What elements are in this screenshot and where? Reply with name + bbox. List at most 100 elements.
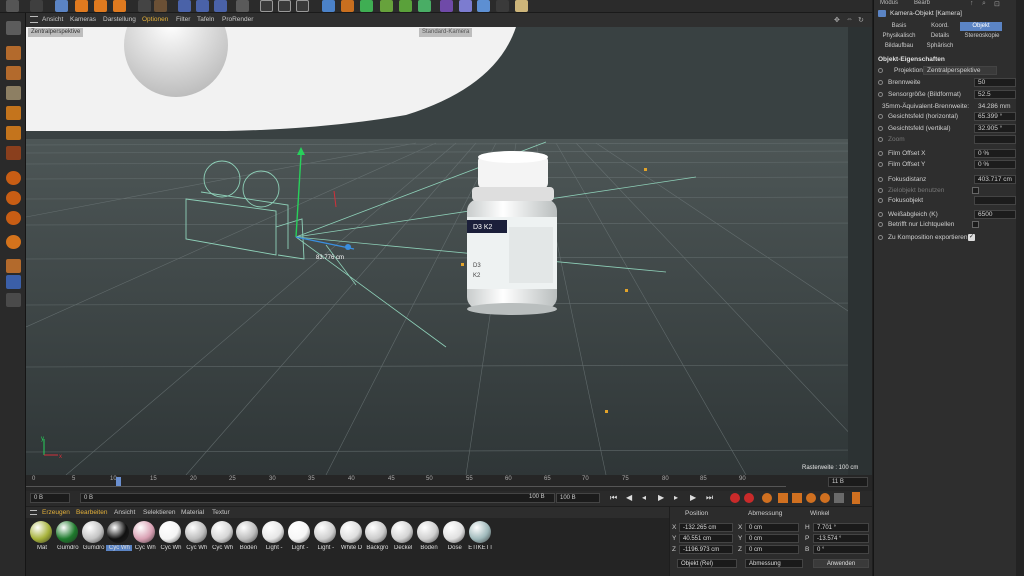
menu-darstellung[interactable]: Darstellung: [103, 16, 136, 23]
planar-workplane-icon[interactable]: [6, 275, 21, 289]
scale-tool-icon[interactable]: [94, 0, 107, 12]
go-to-start-icon[interactable]: ⏮: [610, 493, 617, 503]
material-swatch[interactable]: Boden: [416, 521, 440, 551]
tab-koord[interactable]: Koord.: [920, 22, 960, 31]
property-checkbox[interactable]: [972, 221, 979, 228]
property-field[interactable]: 403.717 cm: [974, 175, 1016, 184]
material-swatch[interactable]: Gumdro: [55, 521, 79, 551]
pen-spline-icon[interactable]: [341, 0, 354, 12]
animate-dot-icon[interactable]: [878, 137, 883, 142]
property-field[interactable]: [974, 135, 1016, 144]
z-axis-lock-icon[interactable]: [214, 0, 227, 12]
axis-mode-icon[interactable]: [6, 235, 21, 249]
material-swatch[interactable]: Backgro: [364, 521, 388, 551]
timeline-window-icon[interactable]: [852, 492, 860, 504]
size-mode-dropdown[interactable]: Abmessung: [745, 559, 803, 568]
animate-dot-icon[interactable]: [878, 177, 883, 182]
animate-dot-icon[interactable]: [878, 198, 883, 203]
go-to-end-icon[interactable]: ⏭: [706, 493, 713, 503]
bottle-object[interactable]: [467, 151, 557, 315]
keyframe-selection-icon[interactable]: [762, 493, 772, 503]
cloner-icon[interactable]: [380, 0, 393, 12]
material-swatch[interactable]: Dose: [442, 521, 466, 551]
material-swatch[interactable]: Mat: [29, 521, 53, 551]
property-field[interactable]: 50: [974, 78, 1016, 87]
field-icon[interactable]: [440, 0, 453, 12]
attr-menu-modus[interactable]: Modus: [880, 0, 898, 6]
undo-icon[interactable]: [6, 0, 19, 12]
hamburger-icon[interactable]: [30, 16, 38, 23]
coordinate-system-icon[interactable]: [236, 0, 249, 12]
property-field[interactable]: 0 %: [974, 149, 1016, 158]
mat-menu-material[interactable]: Material: [181, 509, 204, 516]
menu-prorender[interactable]: ProRender: [222, 16, 253, 23]
live-select-icon[interactable]: [154, 0, 167, 12]
position-z-field[interactable]: -1196.973 cm: [679, 545, 733, 554]
sculpt-icon[interactable]: [6, 293, 21, 307]
attr-search-icon[interactable]: ⌕: [982, 0, 986, 8]
point-level-icon[interactable]: [834, 493, 844, 503]
animate-dot-icon[interactable]: [878, 162, 883, 167]
render-picture-viewer-icon[interactable]: [278, 0, 291, 12]
record-active-icon[interactable]: [730, 493, 740, 503]
camera-icon[interactable]: [496, 0, 509, 12]
animate-dot-icon[interactable]: [878, 188, 883, 193]
3d-viewport[interactable]: D3 K2 D3 K2 y x Zentralperspektive Stand…: [26, 27, 872, 475]
polygons-mode-icon[interactable]: [6, 146, 21, 160]
tab-basis[interactable]: Basis: [878, 22, 920, 31]
mat-menu-textur[interactable]: Textur: [212, 509, 230, 516]
mat-menu-erzeugen[interactable]: Erzeugen: [42, 509, 70, 516]
material-swatch[interactable]: Light -: [261, 521, 285, 551]
step-forward-icon[interactable]: ▸: [674, 493, 678, 502]
snap-settings-icon[interactable]: [6, 191, 21, 205]
material-swatch[interactable]: Boden: [235, 521, 259, 551]
preview-end-field[interactable]: 100 B: [556, 493, 600, 503]
sketch-icon[interactable]: [459, 0, 472, 12]
property-field[interactable]: 52.5: [974, 90, 1016, 99]
material-swatch[interactable]: White D: [339, 521, 363, 551]
tab-stereoskopie[interactable]: Stereoskopie: [960, 32, 1004, 41]
animate-dot-icon[interactable]: [878, 114, 883, 119]
property-field[interactable]: 65.399 °: [974, 112, 1016, 121]
animate-dot-icon[interactable]: [878, 126, 883, 131]
menu-ansicht[interactable]: Ansicht: [42, 16, 63, 23]
property-checkbox[interactable]: [972, 187, 979, 194]
tab-details[interactable]: Details: [920, 32, 960, 41]
position-x-field[interactable]: -132.265 cm: [679, 523, 733, 532]
redo-icon[interactable]: [30, 0, 43, 12]
material-swatch[interactable]: Cyc Wh: [106, 521, 133, 551]
edges-mode-icon[interactable]: [6, 126, 21, 140]
quantize-icon[interactable]: [6, 211, 21, 225]
material-swatch[interactable]: Cyc Wh: [158, 521, 182, 551]
animate-dot-icon[interactable]: [878, 92, 883, 97]
playhead[interactable]: [116, 477, 121, 486]
property-field[interactable]: [974, 196, 1016, 205]
rotation-h-field[interactable]: 7.701 °: [813, 523, 869, 532]
property-field[interactable]: 0 %: [974, 160, 1016, 169]
current-frame-slider[interactable]: 0 B: [80, 493, 555, 503]
previous-key-icon[interactable]: ◀: [626, 493, 632, 502]
render-view-icon[interactable]: [260, 0, 273, 12]
tab-physikalisch[interactable]: Physikalisch: [878, 32, 920, 41]
floor-icon[interactable]: [477, 0, 490, 12]
rotation-key-icon[interactable]: [806, 493, 816, 503]
start-frame-field[interactable]: 0 B: [30, 493, 70, 503]
select-tool-icon[interactable]: [55, 0, 68, 12]
attr-lock-icon[interactable]: ⊡: [994, 0, 1000, 8]
rotation-p-field[interactable]: -13.574 °: [813, 534, 869, 543]
tab-sphaerisch[interactable]: Sphärisch: [920, 42, 960, 51]
property-field[interactable]: 6500: [974, 210, 1016, 219]
tab-bildaufbau[interactable]: Bildaufbau: [878, 42, 920, 51]
subdivision-icon[interactable]: [360, 0, 373, 12]
autokey-icon[interactable]: [744, 493, 754, 503]
snap-icon[interactable]: [6, 171, 21, 185]
mat-menu-bearbeiten[interactable]: Bearbeiten: [76, 509, 107, 516]
position-key-icon[interactable]: [778, 493, 788, 503]
move-tool-icon[interactable]: [75, 0, 88, 12]
animate-dot-icon[interactable]: [878, 212, 883, 217]
attr-up-arrow-icon[interactable]: ↑: [970, 0, 974, 7]
animate-dot-icon[interactable]: [878, 222, 883, 227]
animate-dot-icon[interactable]: [878, 80, 883, 85]
viewport-nav-rotate-icon[interactable]: ↻: [858, 16, 864, 24]
material-swatch[interactable]: Gumdro: [81, 521, 105, 551]
